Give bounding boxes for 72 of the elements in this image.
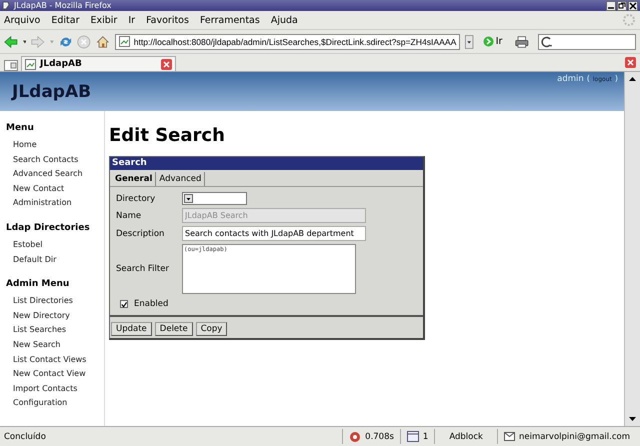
sidebar-link[interactable]: New Directory <box>6 308 104 324</box>
sidebar-link[interactable]: New Search <box>6 338 104 353</box>
caret-icon[interactable] <box>22 40 26 44</box>
menu-item[interactable]: Ir <box>128 14 136 26</box>
page-icon[interactable] <box>118 36 130 47</box>
menu-item[interactable]: Ferramentas <box>200 14 260 26</box>
window-title: JLdapAB - Mozilla Firefox <box>14 0 112 10</box>
sidebar-link[interactable]: List Contact Views <box>6 352 104 368</box>
form-button[interactable]: Update <box>111 322 152 336</box>
section-title: Admin Menu <box>6 279 70 290</box>
back-arrow-icon[interactable] <box>4 34 18 50</box>
search-engine-icon[interactable] <box>541 36 554 48</box>
page-heading: Edit Search <box>109 125 226 146</box>
email-address: neimarvolpini@gmail.com <box>518 432 630 442</box>
sidebar-link[interactable]: Default Dir <box>6 252 104 268</box>
page-icon[interactable] <box>25 58 36 70</box>
field-label: Description <box>116 228 166 238</box>
menu-item[interactable]: Favoritos <box>146 14 189 26</box>
tab-count: 1 <box>422 432 428 442</box>
checkbox-label: Enabled <box>134 299 168 309</box>
parenthesis: ) <box>614 74 618 83</box>
panel-tab[interactable]: General <box>112 172 156 186</box>
sidebar-link[interactable]: Search Contacts <box>6 152 104 168</box>
adblock-button[interactable]: Adblock <box>434 429 497 444</box>
section-title: Menu <box>6 123 35 133</box>
go-icon[interactable] <box>482 36 494 47</box>
minimize-icon[interactable] <box>606 0 616 10</box>
browser-tab[interactable]: JLdapAB <box>21 56 176 71</box>
load-time: 0.708s <box>365 432 394 442</box>
sidebar-link[interactable]: Administration <box>6 196 104 211</box>
menu-item[interactable]: Editar <box>51 14 80 26</box>
scroll-down-icon[interactable] <box>628 414 637 423</box>
dropdown-icon[interactable] <box>184 194 193 203</box>
sidebar-link[interactable]: List Searches <box>6 323 104 338</box>
sidebar-link[interactable]: Advanced Search <box>6 167 104 182</box>
sidebar-link[interactable]: Home <box>6 138 104 153</box>
sidebar-link[interactable]: Estobel <box>6 238 104 253</box>
search-field[interactable] <box>538 34 636 50</box>
new-tab-icon[interactable] <box>4 60 18 71</box>
sidebar-link[interactable]: Import Contacts <box>6 382 104 396</box>
menu-item[interactable]: Ajuda <box>270 14 298 26</box>
panel-title: Search <box>110 157 423 170</box>
section-title: Ldap Directories <box>6 222 91 233</box>
directory-dropdown[interactable] <box>182 192 247 205</box>
sidebar-link[interactable]: New Contact <box>6 182 104 196</box>
field-label: Directory <box>116 194 156 204</box>
window-menu-icon[interactable] <box>2 1 10 10</box>
sidebar-link[interactable]: Configuration <box>6 396 104 411</box>
scrollbar[interactable] <box>624 72 640 426</box>
sidebar-link[interactable]: List Directories <box>6 294 104 309</box>
text-field[interactable]: Search contacts with JLdapAB department <box>182 226 366 241</box>
close-icon[interactable] <box>628 0 638 10</box>
calendar-icon[interactable] <box>406 431 419 442</box>
go-button[interactable]: Ir <box>482 36 502 47</box>
form-button[interactable]: Copy <box>196 322 228 336</box>
bug-icon[interactable] <box>349 430 362 442</box>
site-logo: JLdapAB <box>12 82 92 102</box>
scroll-up-icon[interactable] <box>628 75 637 84</box>
form-button[interactable]: Delete <box>154 322 193 336</box>
sidebar-link[interactable]: New Contact View <box>6 367 104 382</box>
restore-icon[interactable] <box>617 0 627 10</box>
mail-icon[interactable] <box>504 432 515 441</box>
status-text: Concluído <box>4 432 47 442</box>
parenthesis: ( <box>586 74 590 83</box>
user-link[interactable]: admin <box>557 74 584 84</box>
panel-tab[interactable]: Advanced <box>156 172 206 186</box>
menu-item[interactable]: Arquivo <box>4 14 40 26</box>
printer-icon[interactable] <box>515 34 530 50</box>
address-field[interactable]: http://localhost:8080/jldapab/admin/ListSearches,$DirectLink.sdirect?sp=ZH4sIAAAA <box>114 34 460 50</box>
field-label: Name <box>116 210 142 220</box>
field-label: Search Filter <box>116 264 170 274</box>
menu-item[interactable]: Exibir <box>90 14 118 26</box>
